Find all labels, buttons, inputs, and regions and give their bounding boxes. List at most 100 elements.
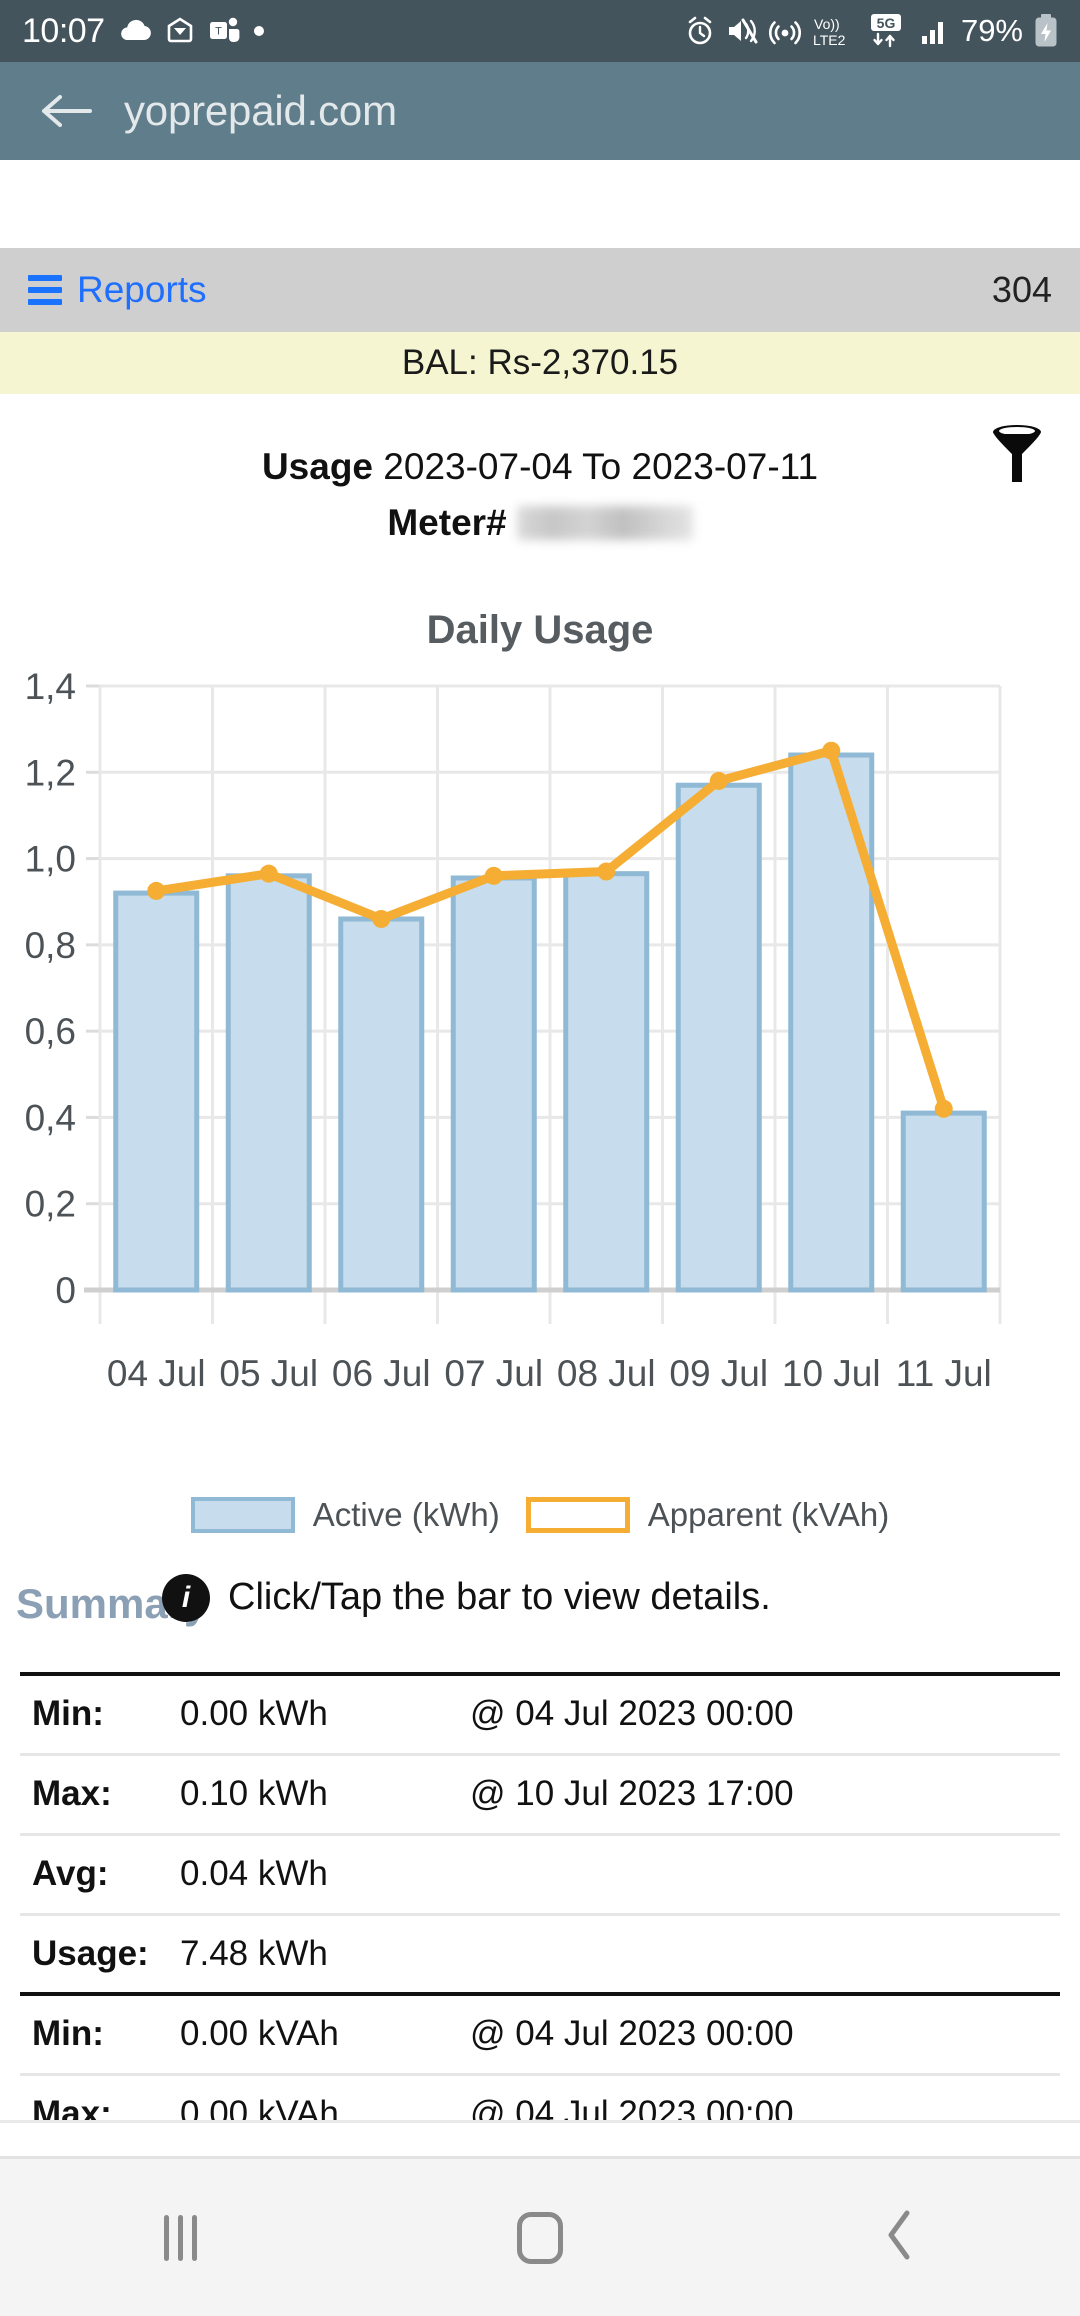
summary-row-value: 0.10 kWh [180, 1774, 328, 1813]
nav-home-button[interactable] [465, 2183, 615, 2293]
summary-table-body: Min: 0.00 kWh @ 04 Jul 2023 00:00 Max: 0.10 … [20, 1672, 1060, 2156]
chart-ytick-label: 0,4 [25, 1097, 76, 1138]
svg-text:LTE2: LTE2 [813, 32, 846, 48]
status-bar-left: 10:07 T [22, 12, 265, 51]
meter-line: Meter# [0, 502, 1080, 544]
site-title: yoprepaid.com [124, 87, 397, 134]
legend-label-active: Active (kWh) [312, 1496, 500, 1533]
chart-line-point[interactable] [484, 866, 503, 885]
table-row: Min: 0.00 kVAh @ 04 Jul 2023 00:00 [20, 1994, 1060, 2074]
chart-line-point[interactable] [147, 881, 166, 900]
reports-count: 304 [991, 269, 1052, 310]
browser-back-button[interactable] [30, 81, 102, 141]
info-circle-icon[interactable]: i [162, 1574, 210, 1622]
reports-menu-button[interactable]: Reports [28, 269, 207, 311]
chart-xtick-label: 09 Jul [669, 1353, 768, 1394]
battery-charging-icon [1034, 14, 1058, 48]
nav-recents-button[interactable] [105, 2183, 255, 2293]
usage-date-range-line: Usage 2023-07-04 To 2023-07-11 [0, 446, 1080, 488]
status-bar: 10:07 T Vo)) LTE2 5G 79% [0, 0, 1080, 62]
recents-icon[interactable] [163, 2214, 197, 2261]
network-5g-icon: 5G [869, 13, 909, 49]
summary-table: Min: 0.00 kWh @ 04 Jul 2023 00:00 Max: 0.10 … [0, 1672, 1080, 2156]
chart-xtick-label: 08 Jul [557, 1353, 656, 1394]
chart-bar[interactable] [225, 873, 312, 1293]
chart-line-point[interactable] [597, 862, 616, 881]
summary-row-key: Usage: [32, 1933, 149, 1973]
reports-bar: Reports 304 [0, 248, 1080, 332]
chart-xtick-label: 10 Jul [782, 1353, 881, 1394]
summary-row-timestamp: @ 04 Jul 2023 00:00 [470, 2014, 794, 2054]
chart-ytick-label: 0 [55, 1270, 76, 1311]
meter-label: Meter# [387, 502, 507, 543]
status-bar-right: Vo)) LTE2 5G 79% [685, 13, 1058, 49]
back-chevron-icon[interactable] [878, 2207, 922, 2268]
table-row: Usage: 7.48 kWh [20, 1914, 1060, 1994]
chart-ytick-label: 0,2 [25, 1184, 76, 1225]
chart-legend: Active (kWh) Apparent (kVAh) [0, 1496, 1080, 1534]
chart-xtick-label: 11 Jul [896, 1353, 992, 1394]
hamburger-menu-icon[interactable] [28, 275, 62, 305]
summary-row-value: 0.00 kVAh [180, 2014, 339, 2054]
summary-row-value: 0.04 kWh [180, 1854, 328, 1893]
summary-row-key: Min: [32, 1694, 104, 1734]
chart-ytick-label: 1,0 [25, 839, 76, 880]
summary-row-value: 0.00 kWh [180, 1694, 328, 1734]
dot-icon [253, 25, 265, 37]
chart-xtick-label: 05 Jul [219, 1353, 318, 1394]
nav-back-button[interactable] [825, 2183, 975, 2293]
chart-svg[interactable]: 0 0,2 0,4 0,6 0,8 1,0 1,2 1,4 04 Jul 05 Jul 06 Jul… [0, 672, 1080, 1492]
summary-row-timestamp [470, 1834, 1060, 1914]
summary-heading-row: Summary i Click/Tap the bar to view deta… [0, 1572, 1080, 1638]
cloud-icon [118, 18, 152, 44]
chart-xtick-label: 07 Jul [444, 1353, 543, 1394]
chart-xtick-label: 04 Jul [107, 1353, 206, 1394]
chart-line-point[interactable] [259, 864, 278, 883]
chart-ytick-label: 0,8 [25, 925, 76, 966]
summary-row-timestamp: @ 10 Jul 2023 17:00 [470, 1774, 794, 1813]
alarm-icon [685, 16, 715, 46]
home-icon[interactable] [517, 2211, 563, 2264]
balance-bar: BAL: Rs-2,370.15 [0, 332, 1080, 394]
chart-ytick-label: 0,6 [25, 1011, 76, 1052]
summary-row-timestamp: @ 04 Jul 2023 00:00 [470, 1694, 794, 1734]
chart-bar[interactable] [450, 875, 537, 1293]
chart-line-point[interactable] [822, 741, 841, 760]
legend-item-apparent[interactable]: Apparent (kVAh) [525, 1496, 890, 1534]
chart-bar[interactable] [113, 890, 200, 1293]
summary-row-key: Max: [32, 1774, 112, 1813]
chart-ytick-label: 1,4 [25, 672, 76, 707]
table-row: Min: 0.00 kWh @ 04 Jul 2023 00:00 [20, 1674, 1060, 1754]
page-bottom-divider [0, 2120, 1080, 2156]
battery-percent-label: 79% [960, 13, 1023, 48]
summary-row-timestamp [470, 1914, 1060, 1994]
daily-usage-chart[interactable]: 0 0,2 0,4 0,6 0,8 1,0 1,2 1,4 04 Jul 05 Jul 06 Jul… [0, 672, 1080, 1492]
svg-text:5G: 5G [877, 15, 896, 31]
chart-line-point[interactable] [709, 771, 728, 790]
svg-text:T: T [215, 26, 222, 38]
summary-row-key: Avg: [32, 1854, 109, 1893]
reports-menu-label: Reports [77, 269, 207, 310]
chart-bar[interactable] [338, 916, 425, 1293]
summary-hint: Click/Tap the bar to view details. [228, 1576, 771, 1618]
chart-bar[interactable] [900, 1110, 987, 1293]
balance-text: BAL: Rs-2,370.15 [401, 343, 679, 382]
chart-title: Daily Usage [426, 608, 654, 652]
legend-item-active[interactable]: Active (kWh) [190, 1496, 500, 1534]
chart-line-point[interactable] [372, 909, 391, 928]
table-row: Avg: 0.04 kWh [20, 1834, 1060, 1914]
status-bar-clock: 10:07 [22, 11, 105, 50]
summary-row-value: 7.48 kWh [180, 1933, 328, 1973]
browser-app-bar: yoprepaid.com [0, 62, 1080, 160]
android-navigation-bar [0, 2156, 1080, 2316]
legend-swatch-active [190, 1497, 295, 1533]
chart-bar[interactable] [675, 782, 762, 1293]
meter-number-redacted [516, 506, 693, 540]
usage-header: Usage 2023-07-04 To 2023-07-11 Meter# [0, 394, 1080, 614]
summary-row-key: Min: [32, 2014, 104, 2054]
chart-line-point[interactable] [934, 1099, 953, 1118]
filter-funnel-icon[interactable] [986, 418, 1048, 495]
legend-label-apparent: Apparent (kVAh) [647, 1496, 890, 1533]
chart-bar[interactable] [563, 871, 650, 1293]
teams-icon: T [208, 16, 240, 46]
